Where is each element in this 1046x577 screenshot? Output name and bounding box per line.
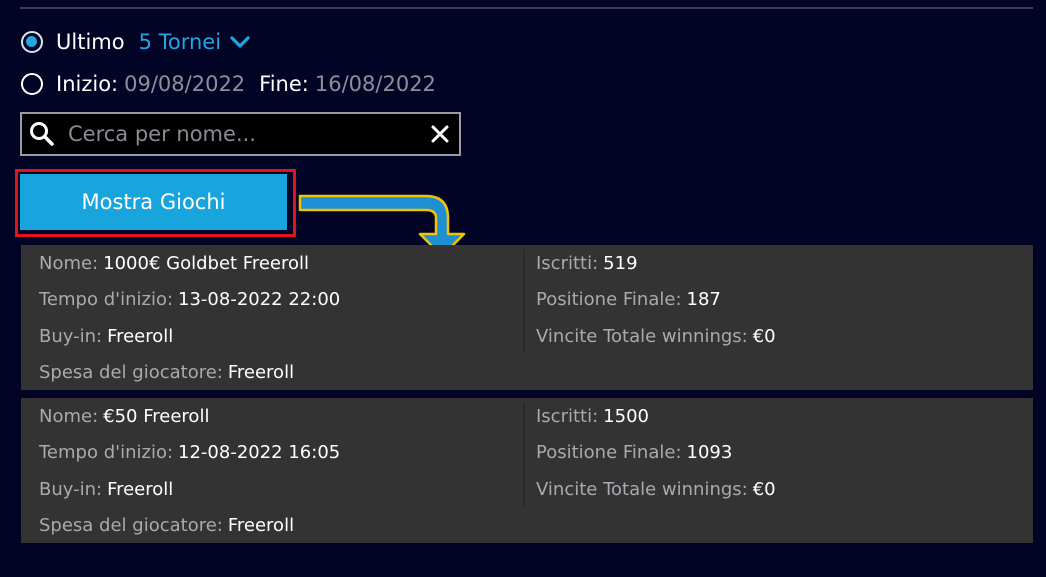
field-label: Nome: [39,252,99,274]
final-position-value: 1093 [686,442,733,464]
show-games-button[interactable]: Mostra Giochi [20,174,287,230]
buyin-field: Buy-in: Freeroll [39,471,340,508]
field-label: Positione Finale: [536,289,682,311]
player-spend-field: Spesa del giocatore: Freeroll [39,355,340,392]
radio-range[interactable] [21,73,43,95]
filter-last-row: Ultimo 5 Tornei [21,27,250,57]
tournament-name: €50 Freeroll [103,405,210,427]
field-label: Tempo d'inizio: [39,442,174,464]
search-input[interactable] [68,122,418,146]
field-label: Vincite Totale winnings: [536,325,748,347]
close-icon[interactable] [430,124,450,144]
tournament-name-field: Nome: €50 Freeroll [39,398,340,435]
range-end-date[interactable]: 16/08/2022 [315,72,436,96]
entrants-value: 519 [603,252,638,274]
entrants-value: 1500 [603,405,649,427]
last-count-value[interactable]: 5 Tornei [139,30,221,54]
final-position-field: Positione Finale: 1093 [536,435,776,472]
field-label: Positione Finale: [536,442,682,464]
final-position-value: 187 [686,289,721,311]
winnings-value: €0 [752,325,776,347]
filter-range-row: Inizio: 09/08/2022 Fine: 16/08/2022 [21,69,436,99]
radio-last-label[interactable]: Ultimo [56,30,125,54]
start-time-field: Tempo d'inizio: 13-08-2022 22:00 [39,282,340,319]
player-spend-value: Freeroll [227,362,295,384]
range-end-label: Fine: [259,72,309,96]
winnings-field: Vincite Totale winnings: €0 [536,318,776,355]
player-spend-field: Spesa del giocatore: Freeroll [39,508,340,545]
range-start-label: Inizio: [56,72,119,96]
field-label: Iscritti: [536,252,599,274]
column-divider [523,249,525,353]
field-label: Buy-in: [39,478,103,500]
tournament-details-right: Iscritti: 1500 Positione Finale: 1093 Vi… [536,398,776,508]
buyin-value: Freeroll [107,325,174,347]
range-start-date[interactable]: 09/08/2022 [124,72,245,96]
buyin-value: Freeroll [107,478,174,500]
tournament-card: Nome: 1000€ Goldbet Freeroll Tempo d'ini… [21,245,1033,390]
tournament-name: 1000€ Goldbet Freeroll [103,252,310,274]
start-time: 12-08-2022 16:05 [178,442,341,464]
search-box [20,112,461,156]
start-time-field: Tempo d'inizio: 12-08-2022 16:05 [39,435,340,472]
top-divider [20,7,1033,9]
magnifier-icon [30,122,54,146]
buyin-field: Buy-in: Freeroll [39,318,340,355]
chevron-down-icon[interactable] [230,35,250,49]
column-divider [523,402,525,506]
field-label: Buy-in: [39,325,103,347]
winnings-value: €0 [752,478,776,500]
tournament-details-left: Nome: 1000€ Goldbet Freeroll Tempo d'ini… [39,245,340,391]
tournament-name-field: Nome: 1000€ Goldbet Freeroll [39,245,340,282]
tournament-card: Nome: €50 Freeroll Tempo d'inizio: 12-08… [21,398,1033,543]
field-label: Vincite Totale winnings: [536,478,748,500]
tournament-details-left: Nome: €50 Freeroll Tempo d'inizio: 12-08… [39,398,340,544]
field-label: Tempo d'inizio: [39,289,174,311]
radio-last-selected[interactable] [21,31,43,53]
tournament-details-right: Iscritti: 519 Positione Finale: 187 Vinc… [536,245,776,355]
field-label: Iscritti: [536,405,599,427]
field-label: Spesa del giocatore: [39,362,223,384]
winnings-field: Vincite Totale winnings: €0 [536,471,776,508]
field-label: Spesa del giocatore: [39,515,223,537]
field-label: Nome: [39,405,99,427]
start-time: 13-08-2022 22:00 [178,289,341,311]
final-position-field: Positione Finale: 187 [536,282,776,319]
entrants-field: Iscritti: 519 [536,245,776,282]
last-count-dropdown[interactable]: 5 Tornei [139,30,250,54]
player-spend-value: Freeroll [227,515,295,537]
entrants-field: Iscritti: 1500 [536,398,776,435]
